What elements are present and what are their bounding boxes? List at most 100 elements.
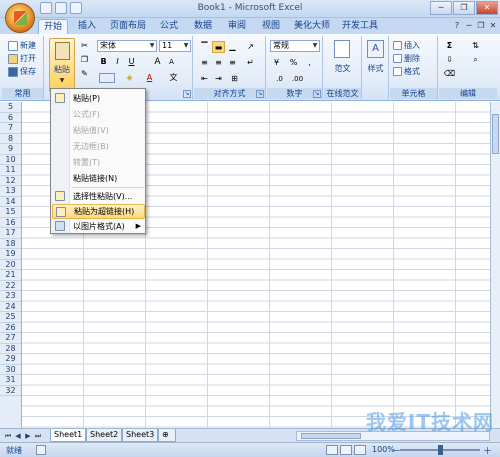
row-header[interactable]: 26	[0, 323, 21, 333]
row-header[interactable]: 16	[0, 218, 21, 228]
tab-formulas[interactable]: 公式	[154, 19, 184, 34]
open-button[interactable]: 打开	[8, 53, 36, 64]
row-header[interactable]: 25	[0, 312, 21, 323]
decrease-indent-icon[interactable]: ⇤	[198, 73, 211, 85]
office-button[interactable]	[5, 3, 35, 33]
tab-developer[interactable]: 开发工具	[338, 19, 382, 34]
row-header[interactable]: 14	[0, 197, 21, 207]
align-left-icon[interactable]: ≡	[198, 57, 211, 69]
bold-button[interactable]: B	[97, 56, 110, 68]
fill-icon[interactable]: ⇩	[443, 54, 456, 66]
scrollbar-thumb[interactable]	[492, 114, 499, 154]
styles-label[interactable]: 样式	[363, 63, 388, 74]
row-header[interactable]: 17	[0, 228, 21, 239]
row-header[interactable]: 21	[0, 270, 21, 281]
align-middle-icon[interactable]: ▬	[212, 41, 225, 53]
menu-item-formulas[interactable]: 公式(F)	[52, 107, 145, 122]
row-header[interactable]: 11	[0, 165, 21, 176]
page-break-view-icon[interactable]	[354, 445, 366, 455]
doc-close-icon[interactable]: ✕	[488, 21, 498, 31]
insert-sheet-icon[interactable]: ⊕	[158, 429, 176, 442]
row-header[interactable]: 7	[0, 123, 21, 134]
comma-button[interactable]: ,	[303, 57, 316, 69]
row-header[interactable]: 28	[0, 344, 21, 354]
tab-data[interactable]: 数据	[188, 19, 218, 34]
prev-sheet-icon[interactable]: ◀	[13, 431, 23, 441]
shrink-font-button[interactable]: A	[165, 56, 178, 68]
merge-cells-icon[interactable]: ⊞	[228, 73, 241, 85]
zoom-slider[interactable]	[400, 445, 480, 455]
copy-icon[interactable]: ❐	[78, 54, 91, 66]
minimize-button[interactable]: ─	[430, 1, 452, 15]
zoom-slider-knob[interactable]	[438, 445, 443, 455]
doc-restore-icon[interactable]: ❐	[476, 21, 486, 31]
autosum-button[interactable]: Σ	[443, 40, 456, 52]
vertical-scrollbar[interactable]	[490, 102, 500, 428]
row-header[interactable]: 23	[0, 291, 21, 302]
row-header[interactable]: 5	[0, 102, 21, 113]
tab-beautify[interactable]: 美化大师	[290, 19, 334, 34]
close-button[interactable]: ✕	[476, 1, 498, 15]
font-name-combo[interactable]: 宋体 ▼	[97, 40, 157, 52]
phonetic-button[interactable]: 文	[167, 72, 180, 84]
find-select-icon[interactable]: ⌕	[469, 54, 482, 66]
align-bottom-icon[interactable]: ▁	[226, 41, 239, 53]
menu-item-no-borders[interactable]: 无边框(B)	[52, 139, 145, 154]
sheet-tab-sheet3[interactable]: Sheet3	[122, 429, 159, 442]
cut-icon[interactable]: ✂	[78, 40, 91, 52]
increase-decimal-icon[interactable]: .0	[273, 73, 286, 85]
row-header[interactable]: 22	[0, 281, 21, 291]
row-header[interactable]: 19	[0, 249, 21, 260]
menu-item-paste[interactable]: 粘贴(P)	[52, 91, 145, 106]
delete-cells-button[interactable]: 删除	[393, 53, 420, 64]
grow-font-button[interactable]: A	[151, 56, 164, 68]
wrap-text-icon[interactable]: ↵	[244, 57, 257, 69]
clear-icon[interactable]: ⌫	[443, 68, 456, 80]
save-button[interactable]: 保存	[8, 66, 36, 77]
format-painter-icon[interactable]: ✎	[78, 68, 91, 80]
font-color-button[interactable]: A	[143, 72, 156, 84]
new-button[interactable]: 新建	[8, 40, 36, 51]
align-right-icon[interactable]: ≡	[226, 57, 239, 69]
scrollbar-thumb[interactable]	[301, 433, 361, 439]
row-header[interactable]: 32	[0, 386, 21, 396]
sheet-tab-sheet2[interactable]: Sheet2	[86, 429, 123, 442]
tab-view[interactable]: 视图	[256, 19, 286, 34]
number-format-combo[interactable]: 常规 ▼	[270, 40, 320, 52]
insert-cells-button[interactable]: 插入	[393, 40, 420, 51]
zoom-in-button[interactable]: ＋	[483, 444, 492, 457]
row-header[interactable]: 27	[0, 333, 21, 344]
border-icon[interactable]	[99, 73, 115, 83]
row-header[interactable]: 15	[0, 207, 21, 218]
doc-minimize-icon[interactable]: ─	[464, 21, 474, 31]
template-icon[interactable]	[334, 40, 350, 58]
normal-view-icon[interactable]	[326, 445, 338, 455]
macro-record-icon[interactable]	[36, 445, 46, 455]
increase-indent-icon[interactable]: ⇥	[212, 73, 225, 85]
row-header[interactable]: 30	[0, 365, 21, 375]
row-header[interactable]: 31	[0, 375, 21, 386]
tab-review[interactable]: 审阅	[222, 19, 252, 34]
underline-button[interactable]: U	[125, 56, 138, 68]
page-layout-view-icon[interactable]	[340, 445, 352, 455]
menu-item-paste-values[interactable]: 粘贴值(V)	[52, 123, 145, 138]
row-header[interactable]: 20	[0, 260, 21, 270]
sheet-tab-sheet1[interactable]: Sheet1	[50, 429, 87, 442]
sort-filter-icon[interactable]: ⇅	[469, 40, 482, 52]
font-size-combo[interactable]: 11 ▼	[159, 40, 191, 52]
format-cells-button[interactable]: 格式	[393, 66, 420, 77]
first-sheet-icon[interactable]: ⏮	[3, 431, 13, 441]
paste-button[interactable]: 粘贴 ▼	[49, 38, 75, 92]
decrease-decimal-icon[interactable]: .00	[291, 73, 304, 85]
orientation-icon[interactable]: ↗	[244, 41, 257, 53]
last-sheet-icon[interactable]: ⏭	[33, 431, 43, 441]
row-header[interactable]: 13	[0, 186, 21, 197]
tab-home[interactable]: 开始	[38, 19, 68, 34]
tab-insert[interactable]: 插入	[72, 19, 102, 34]
row-header[interactable]: 10	[0, 155, 21, 165]
menu-item-paste-link[interactable]: 粘贴链接(N)	[52, 171, 145, 186]
alignment-dialog-launcher-icon[interactable]: ↘	[256, 90, 264, 98]
row-header[interactable]: 12	[0, 176, 21, 186]
align-center-icon[interactable]: ≡	[212, 57, 225, 69]
menu-item-as-picture[interactable]: 以图片格式(A) ▶	[52, 219, 145, 234]
